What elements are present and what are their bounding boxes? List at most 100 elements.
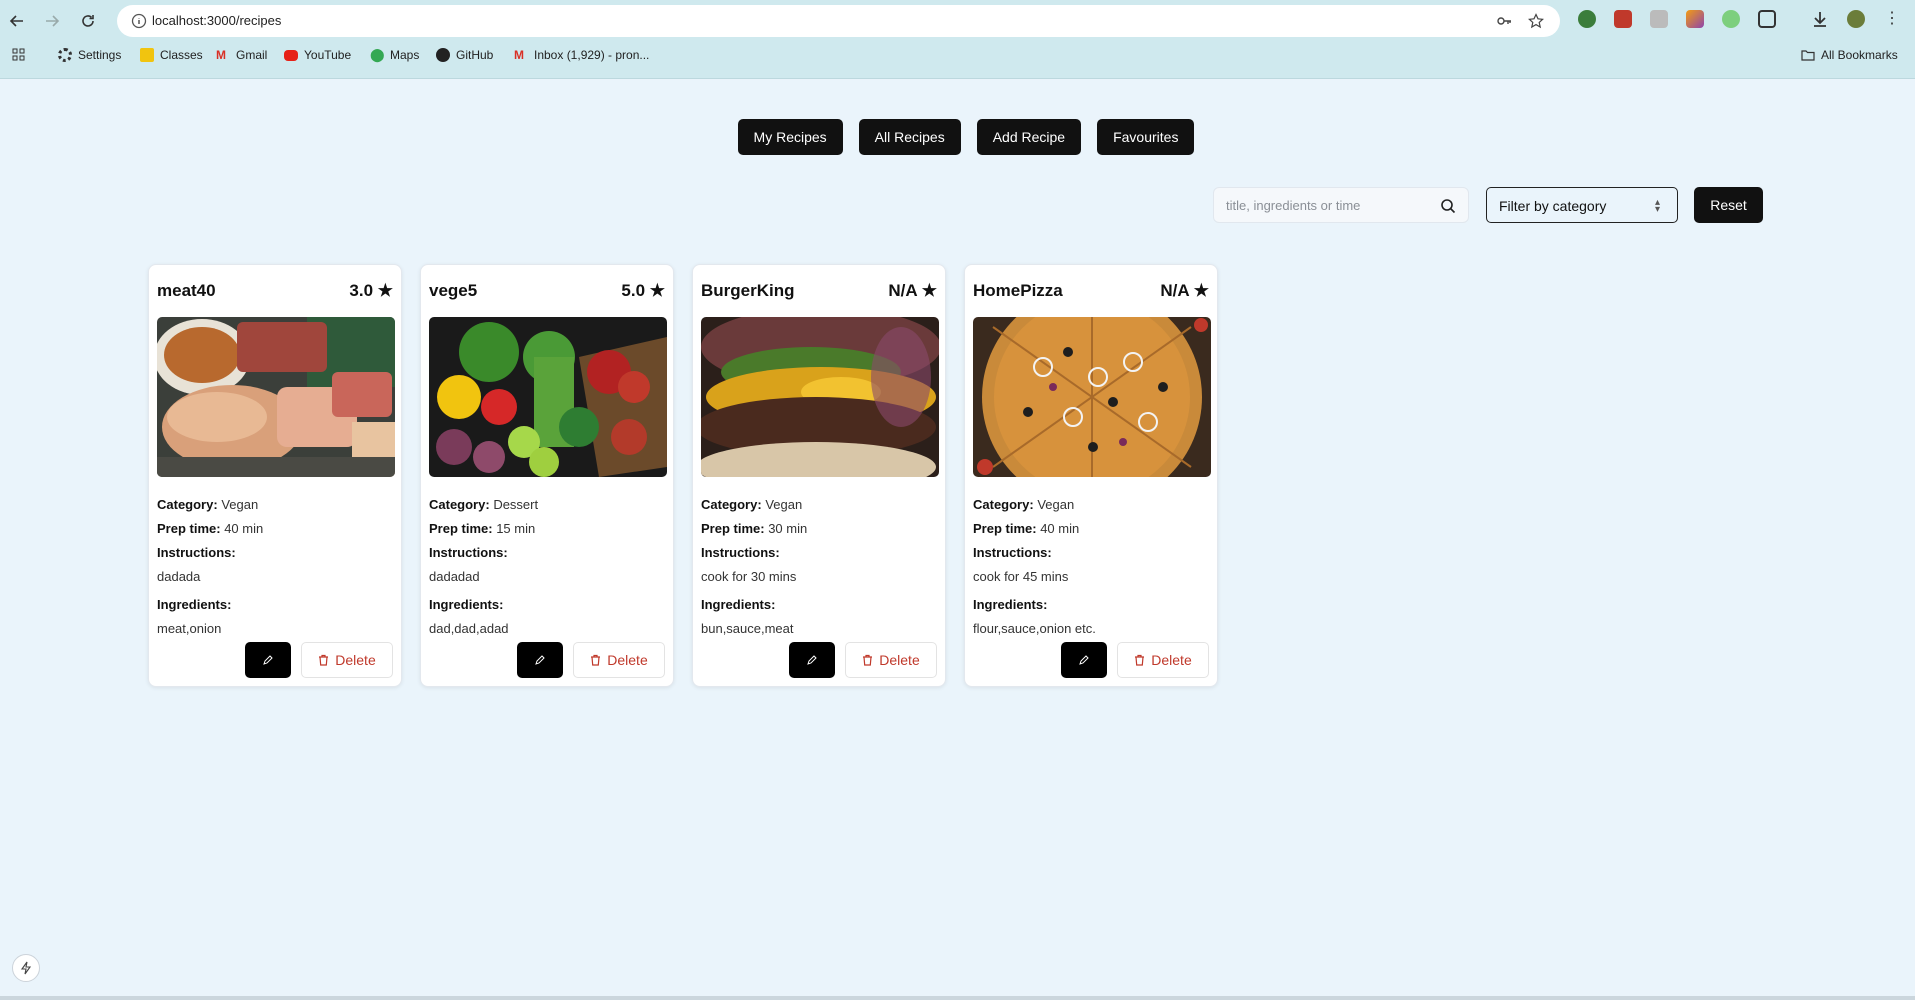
recipe-ingredients: dad,dad,adad	[429, 621, 509, 636]
recipe-image	[973, 317, 1211, 477]
recipe-prep-time: 30 min	[768, 521, 808, 536]
bookmark-star-icon[interactable]	[1528, 13, 1544, 29]
maps-icon: ⬤	[370, 47, 385, 62]
extensions-puzzle-icon[interactable]	[1758, 10, 1776, 28]
download-icon[interactable]	[1811, 10, 1829, 28]
edit-button[interactable]	[245, 642, 291, 678]
recipe-prep-time: 40 min	[224, 521, 264, 536]
instructions-label: Instructions:	[701, 545, 780, 560]
lightning-bolt-icon[interactable]	[12, 954, 40, 982]
profile-avatar[interactable]	[1847, 10, 1865, 28]
recipe-title: meat40	[157, 281, 216, 300]
instructions-label: Instructions:	[157, 545, 236, 560]
recipe-title: BurgerKing	[701, 281, 795, 300]
prep-time-label: Prep time:	[701, 521, 765, 536]
extension-green-icon[interactable]	[1722, 10, 1740, 28]
category-label: Category:	[157, 497, 218, 512]
recipe-grid: meat40 3.0 ★ Category: Vegan Prep time: …	[148, 264, 1218, 687]
extension-color-picker-icon[interactable]	[1686, 10, 1704, 28]
add-recipe-button[interactable]: Add Recipe	[976, 119, 1082, 155]
all-bookmarks[interactable]: All Bookmarks	[1801, 48, 1898, 62]
menu-kebab-icon[interactable]: ⋮	[1883, 10, 1901, 28]
category-filter-select[interactable]: Filter by category ▴ ▾	[1486, 187, 1678, 223]
bookmark-github[interactable]: GitHub	[436, 48, 493, 62]
bookmark-maps[interactable]: ⬤ Maps	[370, 47, 419, 63]
pencil-icon	[263, 655, 273, 665]
bookmark-youtube[interactable]: YouTube	[284, 48, 351, 62]
recipe-rating: N/A ★	[1160, 281, 1209, 300]
recipe-category: Vegan	[1037, 497, 1075, 512]
pencil-icon	[535, 655, 545, 665]
delete-button[interactable]: Delete	[573, 642, 665, 678]
search-icon[interactable]	[1440, 198, 1456, 214]
bookmark-inbox[interactable]: M Inbox (1,929) - pron...	[514, 48, 649, 62]
search-placeholder: title, ingredients or time	[1226, 198, 1361, 213]
browser-chrome: localhost:3000/recipes ⋮ Settings Classe…	[0, 0, 1915, 79]
url-text[interactable]: localhost:3000/recipes	[152, 13, 281, 28]
extension-camera-icon[interactable]	[1650, 10, 1668, 28]
bookmark-gmail[interactable]: M Gmail	[216, 48, 267, 62]
favourites-button[interactable]: Favourites	[1097, 119, 1195, 155]
category-label: Category:	[973, 497, 1034, 512]
edit-button[interactable]	[789, 642, 835, 678]
recipe-card: vege5 5.0 ★ Category: Dessert Prep time:…	[420, 264, 674, 687]
recipe-image	[157, 317, 395, 477]
recipe-instructions: cook for 30 mins	[701, 569, 797, 584]
delete-button[interactable]: Delete	[1117, 642, 1209, 678]
extension-globe-icon[interactable]	[1578, 10, 1596, 28]
gmail-icon: M	[514, 48, 524, 62]
folder-icon	[1801, 50, 1815, 61]
github-icon	[436, 48, 450, 62]
recipe-image	[429, 317, 667, 477]
recipe-category: Vegan	[221, 497, 259, 512]
back-arrow-icon[interactable]	[5, 9, 29, 33]
instructions-label: Instructions:	[429, 545, 508, 560]
ingredients-label: Ingredients:	[429, 597, 504, 612]
bookmarks-bar: Settings Classes M Gmail YouTube ⬤ Maps …	[0, 45, 1915, 69]
bookmark-settings[interactable]: Settings	[58, 48, 121, 62]
edit-button[interactable]	[1061, 642, 1107, 678]
window-bottom-edge	[0, 996, 1915, 1000]
prep-time-label: Prep time:	[973, 521, 1037, 536]
extension-red-icon[interactable]	[1614, 10, 1632, 28]
prep-time-label: Prep time:	[429, 521, 493, 536]
address-bar[interactable]: localhost:3000/recipes	[117, 5, 1560, 37]
recipe-nav: My Recipes All Recipes Add Recipe Favour…	[0, 119, 1915, 155]
recipe-prep-time: 15 min	[496, 521, 536, 536]
ingredients-label: Ingredients:	[157, 597, 232, 612]
reset-button[interactable]: Reset	[1694, 187, 1763, 223]
recipe-instructions: dadada	[157, 569, 201, 584]
ingredients-label: Ingredients:	[973, 597, 1048, 612]
classes-icon	[140, 48, 154, 62]
recipe-prep-time: 40 min	[1040, 521, 1080, 536]
reload-icon[interactable]	[76, 9, 100, 33]
category-label: Category:	[429, 497, 490, 512]
recipe-category: Vegan	[765, 497, 803, 512]
recipe-instructions: dadadad	[429, 569, 480, 584]
my-recipes-button[interactable]: My Recipes	[737, 119, 843, 155]
youtube-icon	[284, 50, 298, 61]
search-input[interactable]: title, ingredients or time	[1213, 187, 1469, 223]
trash-icon	[863, 654, 873, 666]
recipe-rating: N/A ★	[888, 281, 937, 300]
site-info-icon[interactable]	[131, 13, 147, 29]
pencil-icon	[1079, 655, 1089, 665]
recipe-ingredients: meat,onion	[157, 621, 222, 636]
ingredients-label: Ingredients:	[701, 597, 776, 612]
password-key-icon[interactable]	[1496, 13, 1512, 29]
forward-arrow-icon[interactable]	[40, 9, 64, 33]
delete-button[interactable]: Delete	[301, 642, 393, 678]
apps-grid-icon[interactable]	[12, 48, 26, 62]
recipe-rating: 3.0 ★	[349, 281, 393, 300]
edit-button[interactable]	[517, 642, 563, 678]
trash-icon	[319, 654, 329, 666]
category-label: Category:	[701, 497, 762, 512]
delete-button[interactable]: Delete	[845, 642, 937, 678]
recipe-image	[701, 317, 939, 477]
recipe-instructions: cook for 45 mins	[973, 569, 1069, 584]
bookmark-classes[interactable]: Classes	[140, 48, 203, 62]
all-recipes-button[interactable]: All Recipes	[858, 119, 961, 155]
recipe-ingredients: flour,sauce,onion etc.	[973, 621, 1096, 636]
settings-gear-icon	[58, 48, 72, 62]
filter-label: Filter by category	[1499, 198, 1607, 214]
